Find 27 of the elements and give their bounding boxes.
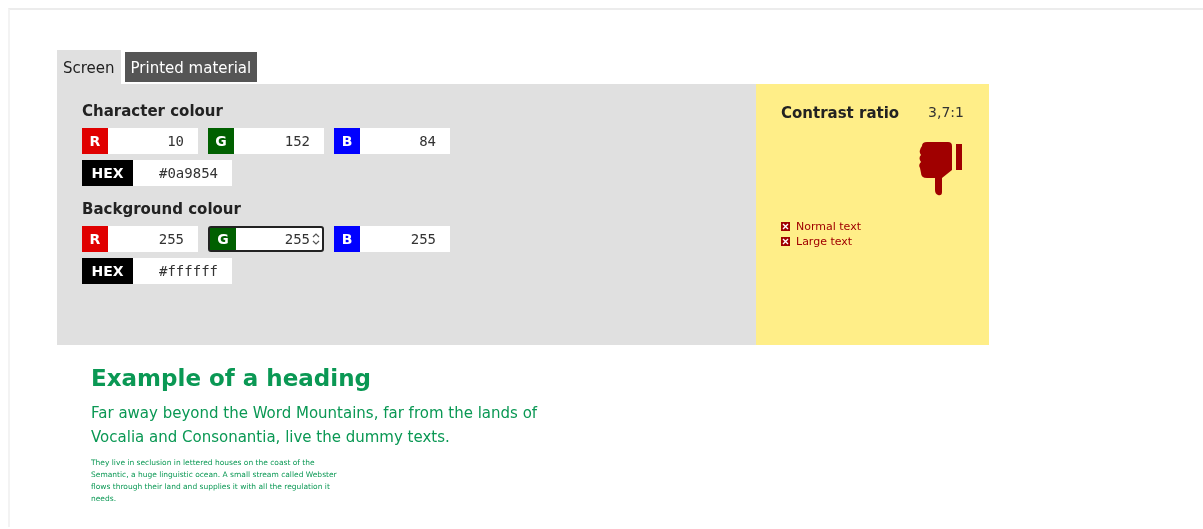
channel-label: G xyxy=(208,128,234,154)
channel-label: B xyxy=(334,128,360,154)
group-title: Character colour xyxy=(82,102,224,120)
hex-field[interactable]: HEX #0a9854 xyxy=(82,160,232,186)
example-lead-text: Far away beyond the Word Mountains, far from the lands of Vocalia and Consonantia, live the dummy texts. xyxy=(91,403,539,448)
channel-field[interactable]: B 255 xyxy=(334,226,450,252)
channel-field[interactable]: G 255 xyxy=(208,226,324,252)
check-label: Normal text xyxy=(796,220,861,233)
channel-field[interactable]: R 10 xyxy=(82,128,198,154)
hex-label: HEX xyxy=(82,258,133,284)
tab[interactable]: Screen xyxy=(57,50,121,84)
hex-label: HEX xyxy=(82,160,133,186)
channel-field[interactable]: B 84 xyxy=(334,128,450,154)
channel-field[interactable]: R 255 xyxy=(82,226,198,252)
spinner-icon[interactable] xyxy=(312,232,320,246)
channel-label: G xyxy=(210,228,236,250)
contrast-ratio: 3,7:1 xyxy=(928,104,964,122)
channel-label: B xyxy=(334,226,360,252)
contrast-label: Contrast ratio xyxy=(781,104,900,122)
tab[interactable]: Printed material xyxy=(124,52,258,82)
channel-label: R xyxy=(82,128,108,154)
channel-field[interactable]: G 152 xyxy=(208,128,324,154)
example-heading: Example of a heading xyxy=(91,365,372,391)
hex-field[interactable]: HEX #ffffff xyxy=(82,258,232,284)
check-label: Large text xyxy=(796,235,853,248)
channel-label: R xyxy=(82,226,108,252)
group-title: Background colour xyxy=(82,200,242,218)
